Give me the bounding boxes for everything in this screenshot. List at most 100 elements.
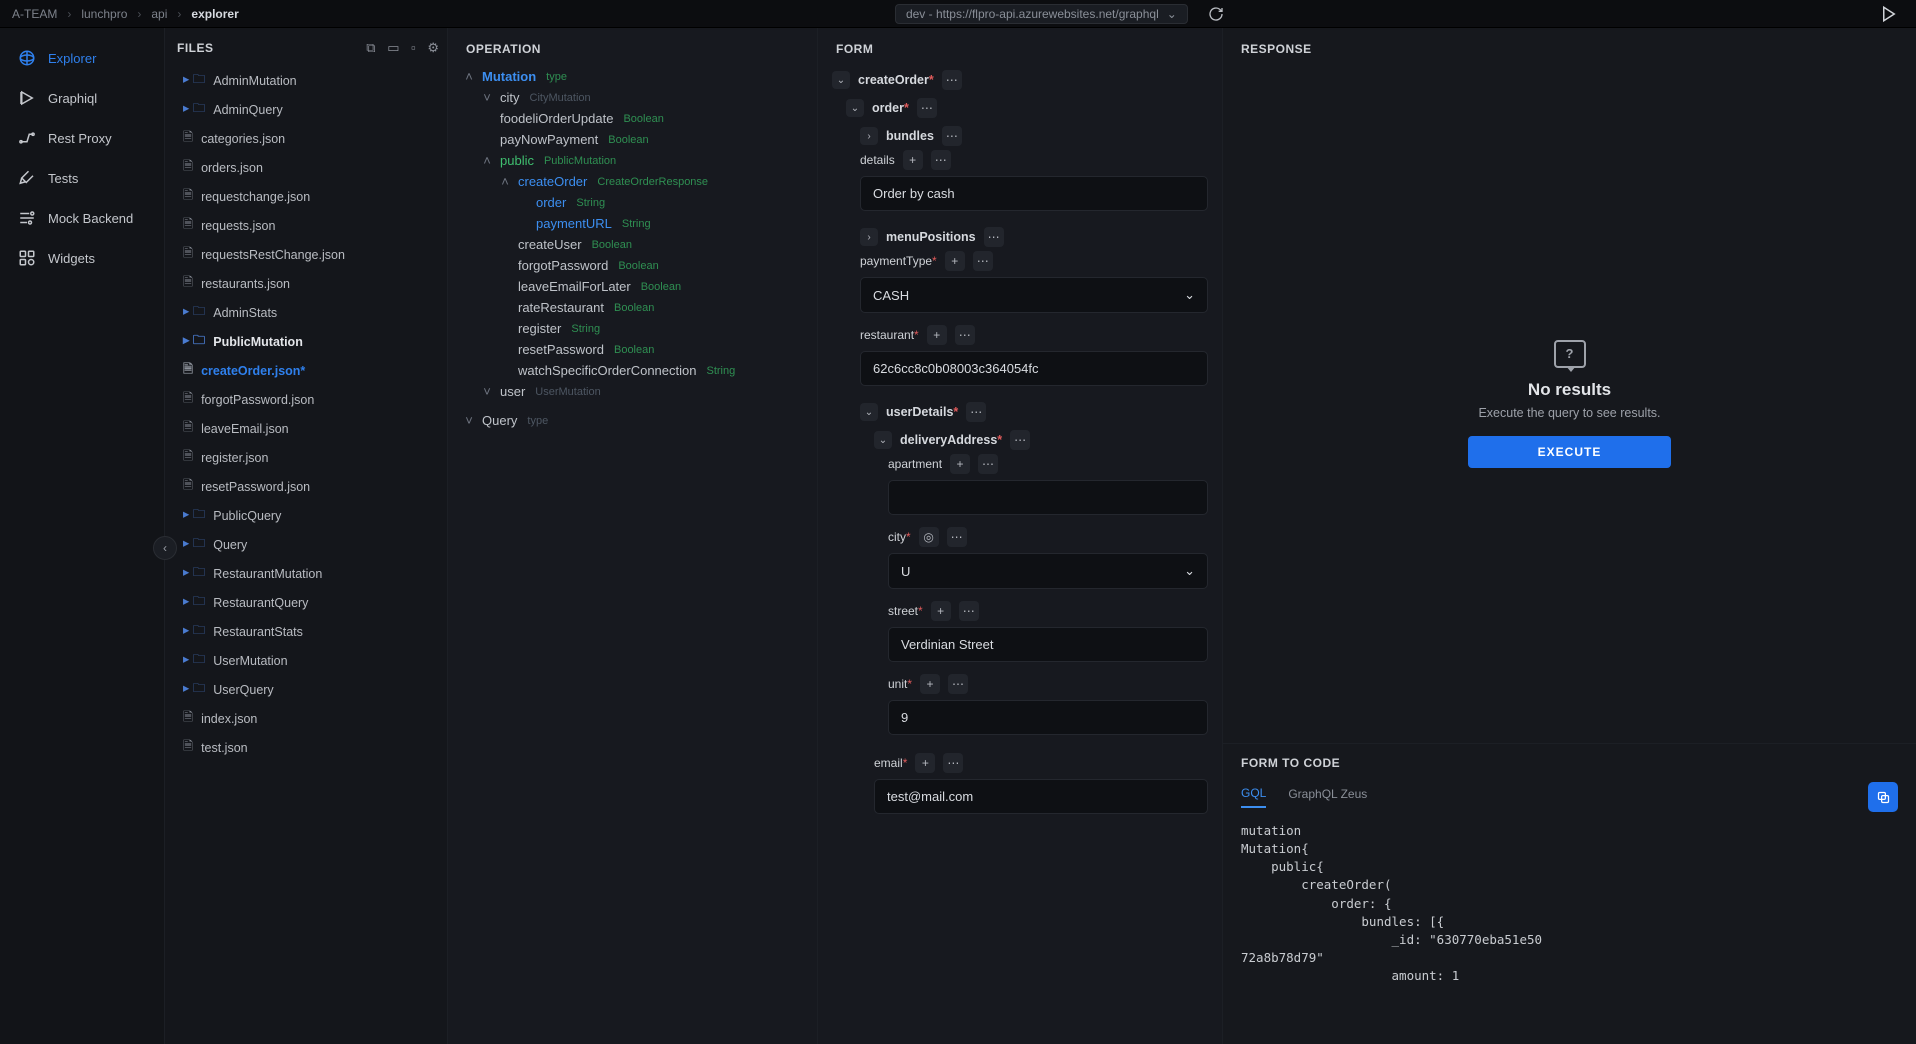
email-input[interactable] — [874, 779, 1208, 814]
environment-select[interactable]: dev - https://flpro-api.azurewebsites.ne… — [895, 4, 1188, 24]
nav-item-rest-proxy[interactable]: Rest Proxy — [0, 118, 164, 158]
file-item[interactable]: 🗎forgotPassword.json — [177, 385, 439, 414]
new-file-icon[interactable]: ⧉ — [366, 40, 375, 55]
nav-item-widgets[interactable]: Widgets — [0, 238, 164, 278]
chevron-down-icon[interactable]: ˅ — [480, 90, 494, 105]
more-icon[interactable]: ⋯ — [966, 402, 986, 422]
file-item[interactable]: 🗎resetPassword.json — [177, 472, 439, 501]
folder-item[interactable]: ▸ 🗀AdminQuery — [177, 95, 439, 124]
add-icon[interactable]: + — [915, 753, 935, 773]
chevron-down-icon[interactable]: ˅ — [480, 384, 494, 399]
operation-node[interactable]: ˄publicPublicMutation — [462, 150, 803, 171]
file-item[interactable]: 🗎register.json — [177, 443, 439, 472]
more-icon[interactable]: ⋯ — [942, 126, 962, 146]
save-icon[interactable]: ▫ — [411, 40, 416, 55]
chevron-down-icon[interactable]: ⌄ — [860, 403, 878, 421]
restaurant-input[interactable] — [860, 351, 1208, 386]
collapse-files-button[interactable]: ‹ — [153, 536, 177, 560]
nav-item-tests[interactable]: Tests — [0, 158, 164, 198]
chevron-down-icon[interactable]: ⌄ — [846, 99, 864, 117]
more-icon[interactable]: ⋯ — [931, 150, 951, 170]
chevron-down-icon[interactable]: ⌄ — [832, 71, 850, 89]
file-item[interactable]: 🗎requestsRestChange.json — [177, 240, 439, 269]
file-item[interactable]: 🗎requestchange.json — [177, 182, 439, 211]
more-icon[interactable]: ⋯ — [917, 98, 937, 118]
more-icon[interactable]: ⋯ — [1010, 430, 1030, 450]
chevron-right-icon[interactable]: › — [860, 228, 878, 246]
chevron-right-icon[interactable]: › — [860, 127, 878, 145]
file-item[interactable]: 🗎leaveEmail.json — [177, 414, 439, 443]
operation-node[interactable]: watchSpecificOrderConnectionString — [462, 360, 803, 381]
copy-button[interactable] — [1868, 782, 1898, 812]
folder-item[interactable]: ▸ 🗀RestaurantMutation — [177, 559, 439, 588]
add-icon[interactable]: + — [927, 325, 947, 345]
more-icon[interactable]: ⋯ — [984, 227, 1004, 247]
chevron-up-icon[interactable]: ˄ — [498, 174, 512, 189]
more-icon[interactable]: ⋯ — [947, 527, 967, 547]
settings-icon[interactable]: ⚙ — [427, 40, 439, 55]
file-item[interactable]: 🗎requests.json — [177, 211, 439, 240]
folder-item[interactable]: ▸ 🗀PublicQuery — [177, 501, 439, 530]
operation-root[interactable]: ˄Mutationtype — [462, 66, 803, 87]
operation-node[interactable]: resetPasswordBoolean — [462, 339, 803, 360]
breadcrumb-item[interactable]: api — [151, 7, 167, 21]
city-select[interactable]: U ⌄ — [888, 553, 1208, 589]
operation-node[interactable]: ˅cityCityMutation — [462, 87, 803, 108]
execute-button[interactable]: EXECUTE — [1468, 436, 1672, 468]
add-icon[interactable]: + — [920, 674, 940, 694]
folder-item[interactable]: ▸ 🗀UserQuery — [177, 675, 439, 704]
nav-item-graphiql[interactable]: Graphiql — [0, 78, 164, 118]
chevron-up-icon[interactable]: ˄ — [480, 153, 494, 168]
new-folder-icon[interactable]: ▭ — [387, 40, 399, 55]
folder-item[interactable]: ▸ 🗀RestaurantQuery — [177, 588, 439, 617]
target-icon[interactable]: ◎ — [919, 527, 939, 547]
folder-item[interactable]: ▸ 🗀AdminStats — [177, 298, 439, 327]
payment-type-select[interactable]: CASH ⌄ — [860, 277, 1208, 313]
operation-node[interactable]: foodeliOrderUpdateBoolean — [462, 108, 803, 129]
file-item[interactable]: 🗎restaurants.json — [177, 269, 439, 298]
operation-node[interactable]: ˄createOrderCreateOrderResponse — [462, 171, 803, 192]
chevron-up-icon[interactable]: ˄ — [462, 69, 476, 84]
more-icon[interactable]: ⋯ — [978, 454, 998, 474]
add-icon[interactable]: + — [903, 150, 923, 170]
operation-query-root[interactable]: ˅Querytype — [462, 410, 803, 431]
chevron-down-icon[interactable]: ˅ — [462, 413, 476, 428]
operation-node[interactable]: paymentURLString — [462, 213, 803, 234]
operation-node[interactable]: rateRestaurantBoolean — [462, 297, 803, 318]
more-icon[interactable]: ⋯ — [973, 251, 993, 271]
more-icon[interactable]: ⋯ — [948, 674, 968, 694]
folder-item[interactable]: ▸ 🗀AdminMutation — [177, 66, 439, 95]
operation-node[interactable]: ˅userUserMutation — [462, 381, 803, 402]
nav-item-mock-backend[interactable]: Mock Backend — [0, 198, 164, 238]
file-item[interactable]: 🗎categories.json — [177, 124, 439, 153]
folder-item[interactable]: ▸ 🗀UserMutation — [177, 646, 439, 675]
tab-gql[interactable]: GQL — [1241, 786, 1266, 808]
operation-node[interactable]: orderString — [462, 192, 803, 213]
file-item[interactable]: 🗎createOrder.json* — [177, 356, 439, 385]
operation-node[interactable]: payNowPaymentBoolean — [462, 129, 803, 150]
operation-node[interactable]: registerString — [462, 318, 803, 339]
add-icon[interactable]: + — [931, 601, 951, 621]
run-icon[interactable] — [1880, 5, 1898, 23]
folder-item[interactable]: ▸ 🗀RestaurantStats — [177, 617, 439, 646]
street-input[interactable] — [888, 627, 1208, 662]
add-icon[interactable]: + — [945, 251, 965, 271]
tab-graphql-zeus[interactable]: GraphQL Zeus — [1288, 787, 1367, 807]
more-icon[interactable]: ⋯ — [959, 601, 979, 621]
breadcrumb-item[interactable]: A-TEAM — [12, 7, 57, 21]
more-icon[interactable]: ⋯ — [955, 325, 975, 345]
add-icon[interactable]: + — [950, 454, 970, 474]
more-icon[interactable]: ⋯ — [942, 70, 962, 90]
details-input[interactable] — [860, 176, 1208, 211]
folder-item[interactable]: ▸ 🗀PublicMutation — [177, 327, 439, 356]
nav-item-explorer[interactable]: Explorer — [0, 38, 164, 78]
apartment-input[interactable] — [888, 480, 1208, 515]
breadcrumb-item[interactable]: lunchpro — [81, 7, 127, 21]
file-item[interactable]: 🗎index.json — [177, 704, 439, 733]
file-item[interactable]: 🗎orders.json — [177, 153, 439, 182]
operation-node[interactable]: createUserBoolean — [462, 234, 803, 255]
more-icon[interactable]: ⋯ — [943, 753, 963, 773]
chevron-down-icon[interactable]: ⌄ — [874, 431, 892, 449]
refresh-icon[interactable] — [1208, 6, 1224, 22]
folder-item[interactable]: ▸ 🗀Query — [177, 530, 439, 559]
